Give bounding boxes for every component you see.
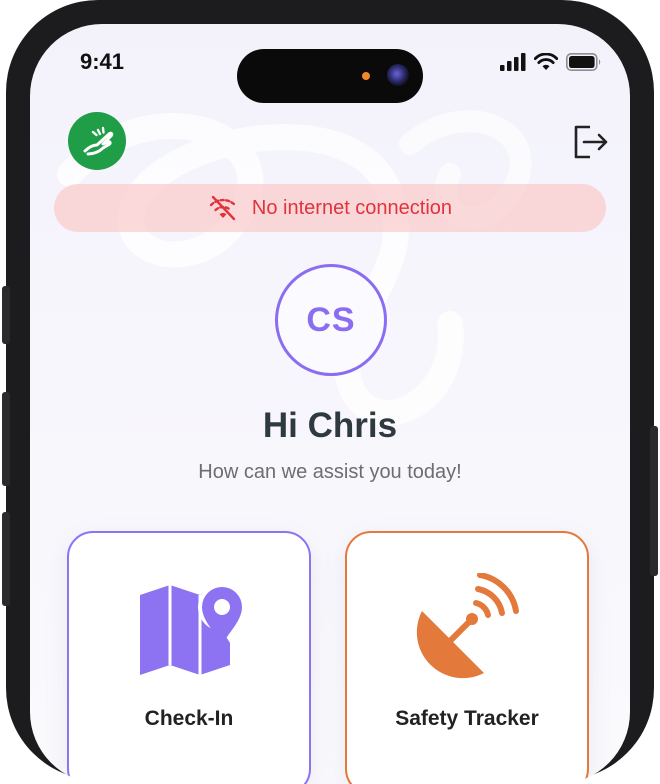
satellite-dish-icon (416, 573, 519, 679)
front-camera (387, 64, 409, 86)
status-time: 9:41 (80, 49, 125, 74)
avatar[interactable]: CS (275, 264, 387, 376)
indicator-dot (362, 72, 370, 80)
battery-icon (566, 53, 601, 71)
safety-tracker-card[interactable]: Safety Tracker (345, 531, 589, 784)
wifi-icon (534, 53, 558, 70)
status-icons (500, 52, 602, 72)
dynamic-island (237, 49, 423, 103)
greeting-title: Hi Chris (262, 406, 398, 445)
logout-button[interactable] (570, 122, 610, 162)
hand-pointer-icon[interactable] (68, 112, 126, 170)
check-in-card[interactable]: Check-In (67, 531, 311, 784)
greeting-subtitle: How can we assist you today! (198, 461, 462, 483)
app-header (30, 112, 630, 172)
map-pin-icon (140, 583, 244, 675)
logout-icon (574, 125, 608, 159)
safety-tracker-label: Safety Tracker (395, 707, 539, 730)
offline-message: No internet connection (251, 196, 453, 219)
power-button (650, 426, 658, 576)
app-screen: 9:41 No internet connection CS Hi Chris … (30, 24, 630, 784)
offline-banner: No internet connection (54, 184, 606, 232)
check-in-label: Check-In (144, 707, 234, 730)
signal-icon (500, 53, 526, 71)
volume-down-button (2, 512, 10, 606)
wifi-off-icon (209, 195, 237, 221)
status-bar: 9:41 (30, 24, 630, 103)
volume-up-button (2, 392, 10, 486)
action-button (2, 286, 10, 344)
